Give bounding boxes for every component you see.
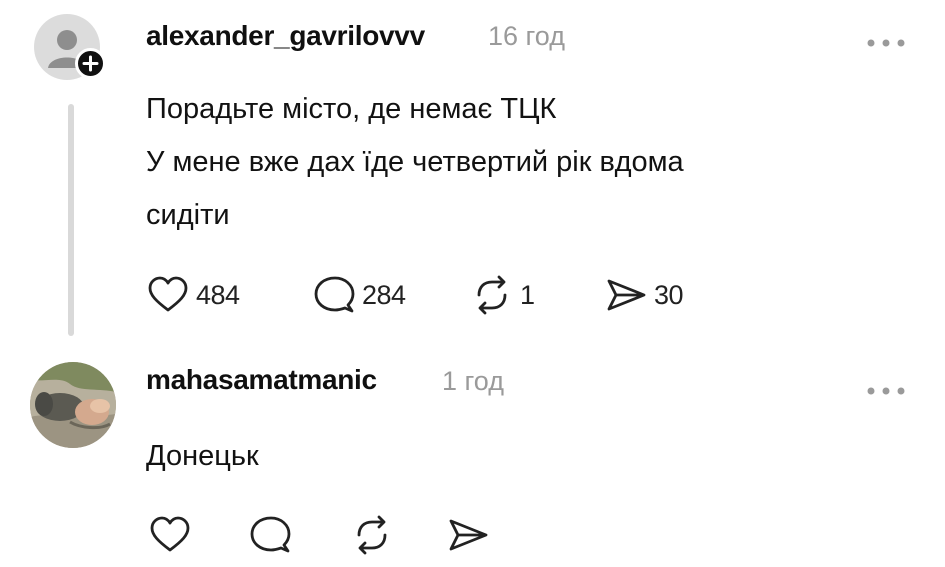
share-count: 30 [654,279,684,310]
username[interactable]: alexander_gavrilovvv [146,20,425,52]
timestamp: 16 год [488,21,565,51]
username[interactable]: mahasamatmanic [146,364,377,396]
avatar[interactable] [30,362,116,448]
repost-button[interactable] [350,515,394,555]
heart-icon [150,516,190,552]
like-count: 484 [196,279,240,310]
heart-icon [148,276,188,312]
repost-icon [477,275,507,315]
more-button[interactable] [864,34,908,52]
reply-button[interactable] [248,515,292,555]
like-button[interactable] [148,515,192,555]
comment-text-line: Порадьте місто, де немає ТЦК [146,93,557,125]
repost-button[interactable]: 1 [470,275,535,315]
plus-icon [82,55,99,72]
reply-button[interactable]: 284 [312,275,406,315]
comment-text-line: Донецьк [146,440,259,472]
more-button[interactable] [864,382,908,400]
comment-text-line: сидіти [146,199,230,231]
follow-button[interactable] [75,48,106,79]
repost-icon [357,515,387,555]
more-icon [867,387,905,395]
comment-icon [314,276,355,313]
like-button[interactable]: 484 [146,275,240,315]
repost-count: 1 [520,279,535,310]
share-icon [449,519,488,551]
reply-count: 284 [362,279,406,310]
user-photo [30,362,116,448]
more-icon [867,39,905,47]
comment-text-line: У мене вже дах їде четвертий рік вдома [146,146,684,178]
timestamp: 1 год [442,366,504,396]
comment-icon [250,516,291,553]
share-button[interactable]: 30 [604,275,684,315]
comment-2: mahasamatmanic 1 год Донецьк [0,340,945,567]
share-button[interactable] [446,515,490,555]
thread-line [68,104,74,336]
share-icon [607,279,646,311]
comment-1: alexander_gavrilovvv 16 год Порадьте міс… [0,0,945,340]
